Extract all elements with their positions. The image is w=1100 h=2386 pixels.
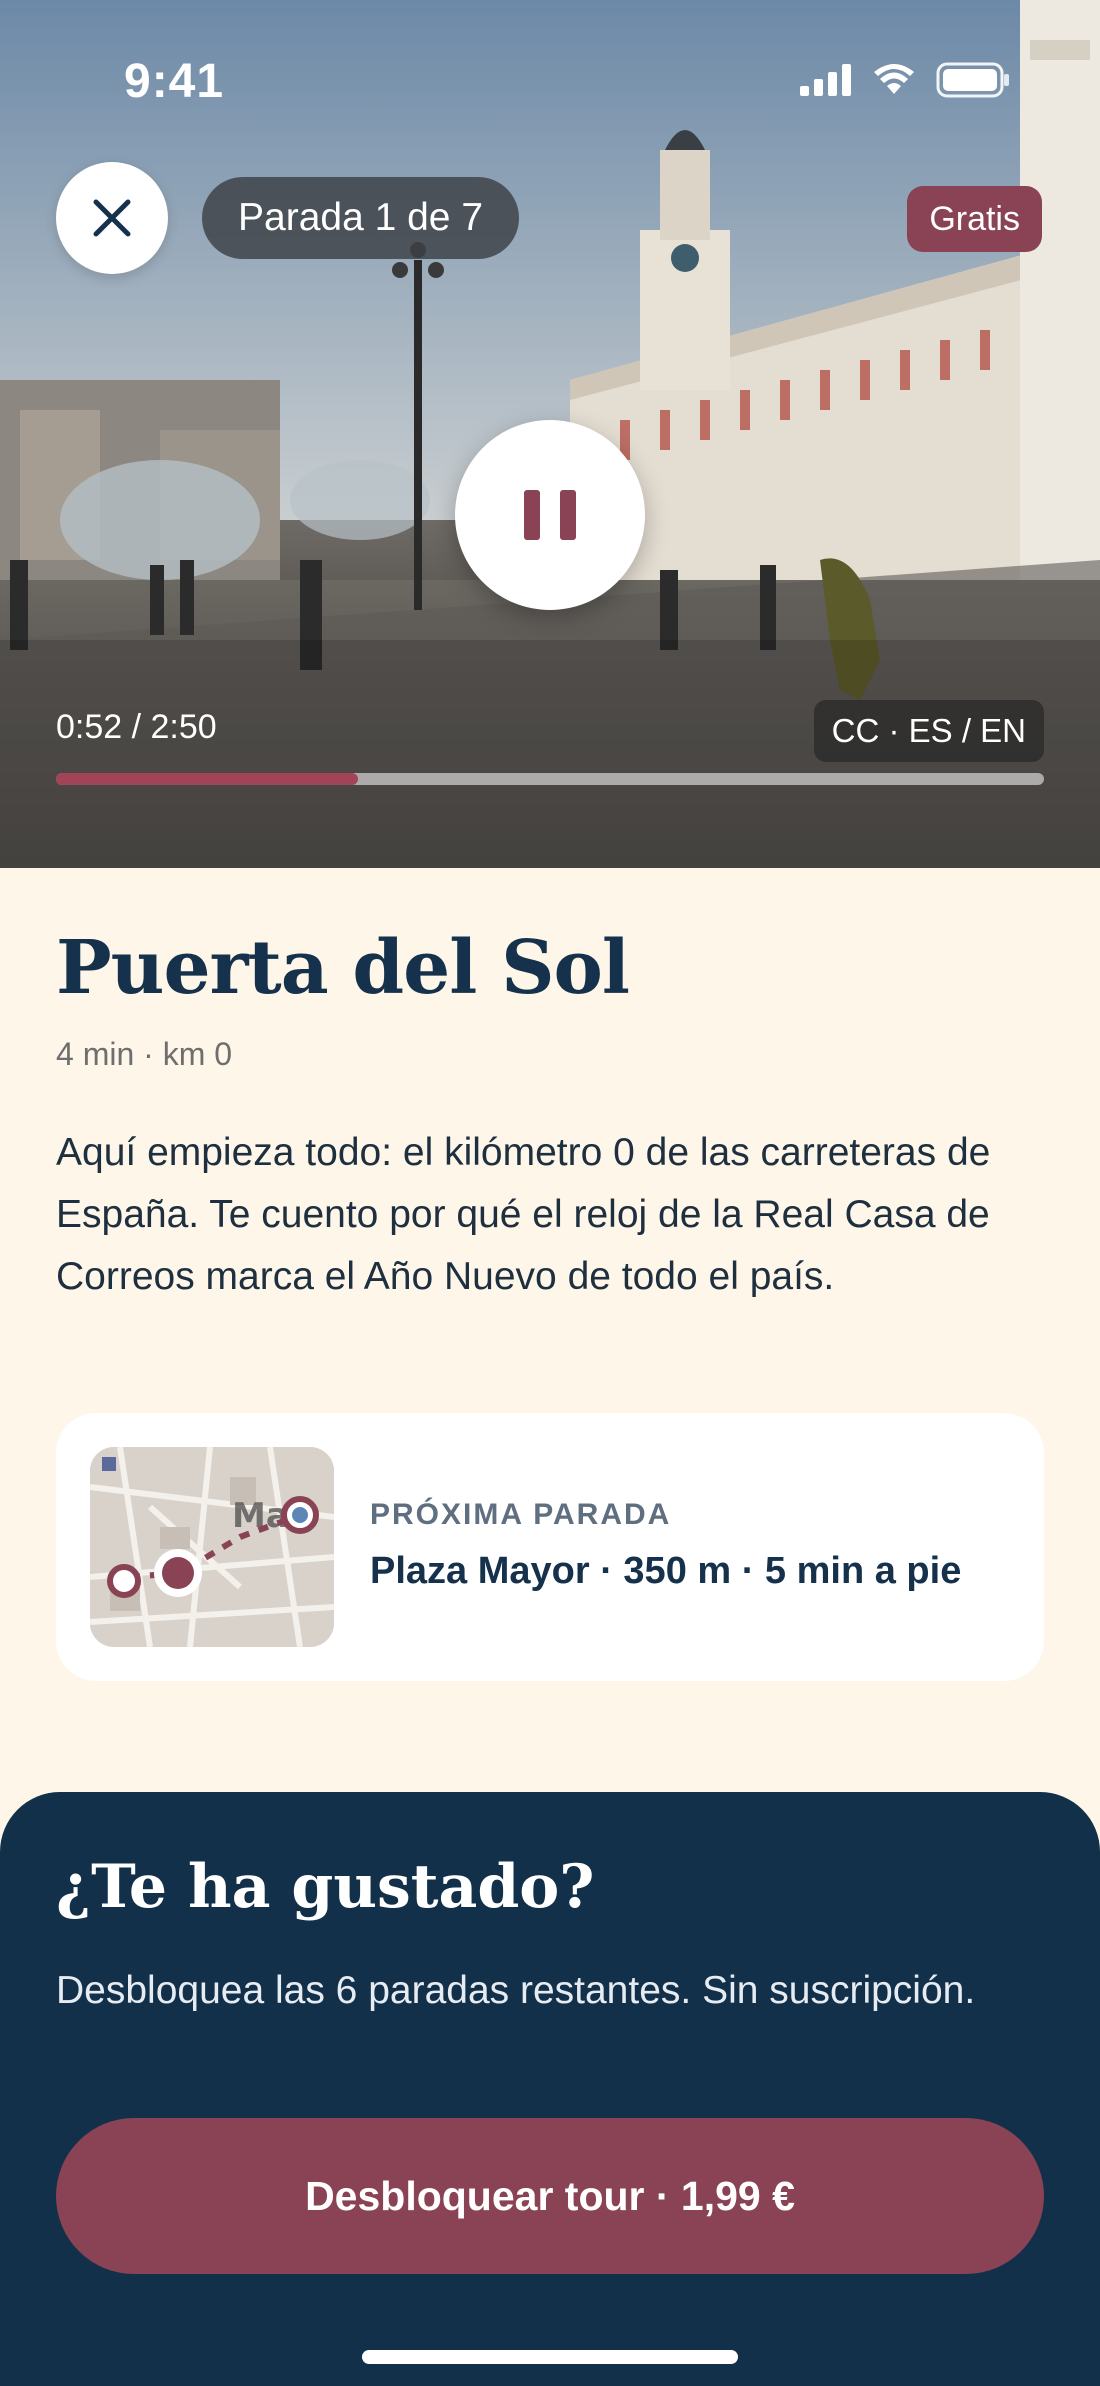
close-button[interactable]: [56, 162, 168, 274]
upsell-text: Desbloquea las 6 paradas restantes. Sin …: [56, 1969, 976, 2012]
unlock-tour-button[interactable]: Desbloquear tour · 1,99 €: [56, 2118, 1044, 2274]
close-icon: [93, 199, 131, 237]
pause-icon: [524, 490, 576, 540]
free-badge: Gratis: [907, 186, 1042, 252]
next-stop-info: Plaza Mayor · 350 m · 5 min a pie: [370, 1550, 962, 1592]
stop-progress-pill: Parada 1 de 7: [202, 177, 520, 259]
playback-time: 0:52 / 2:50: [56, 708, 217, 746]
next-stop-map-thumbnail: Ma: [90, 1447, 334, 1647]
unlock-sheet: ¿Te ha gustado? Desbloquea las 6 paradas…: [0, 1792, 1100, 2386]
cellular-signal-icon: [800, 64, 851, 96]
battery-icon: [936, 62, 1009, 98]
playback-progress-fill: [56, 773, 359, 785]
upsell-title: ¿Te ha gustado?: [56, 1852, 595, 1922]
next-stop-label: PRÓXIMA PARADA: [370, 1498, 672, 1531]
status-time: 9:41: [124, 55, 225, 108]
video-player[interactable]: 9:41 Parada 1 de 7 Gratis 0:52 / 2:50 CC…: [0, 0, 1100, 868]
stop-description: Aquí empieza todo: el kilómetro 0 de las…: [56, 1131, 991, 1298]
next-stop-card[interactable]: Ma PRÓXIMA PARADA Plaza Mayor · 350 m · …: [56, 1413, 1044, 1681]
route-map-icon: Ma: [90, 1447, 334, 1647]
home-indicator[interactable]: [362, 2350, 738, 2364]
stop-title: Puerta del Sol: [56, 925, 630, 1011]
playback-progress-bar[interactable]: [56, 773, 1044, 785]
status-icons: [800, 62, 1010, 98]
wifi-icon: [874, 64, 914, 94]
pause-button[interactable]: [455, 420, 645, 610]
captions-button[interactable]: CC · ES / EN: [813, 700, 1044, 762]
status-bar: 9:41: [0, 0, 1100, 160]
stop-meta: 4 min · km 0: [56, 1036, 233, 1072]
